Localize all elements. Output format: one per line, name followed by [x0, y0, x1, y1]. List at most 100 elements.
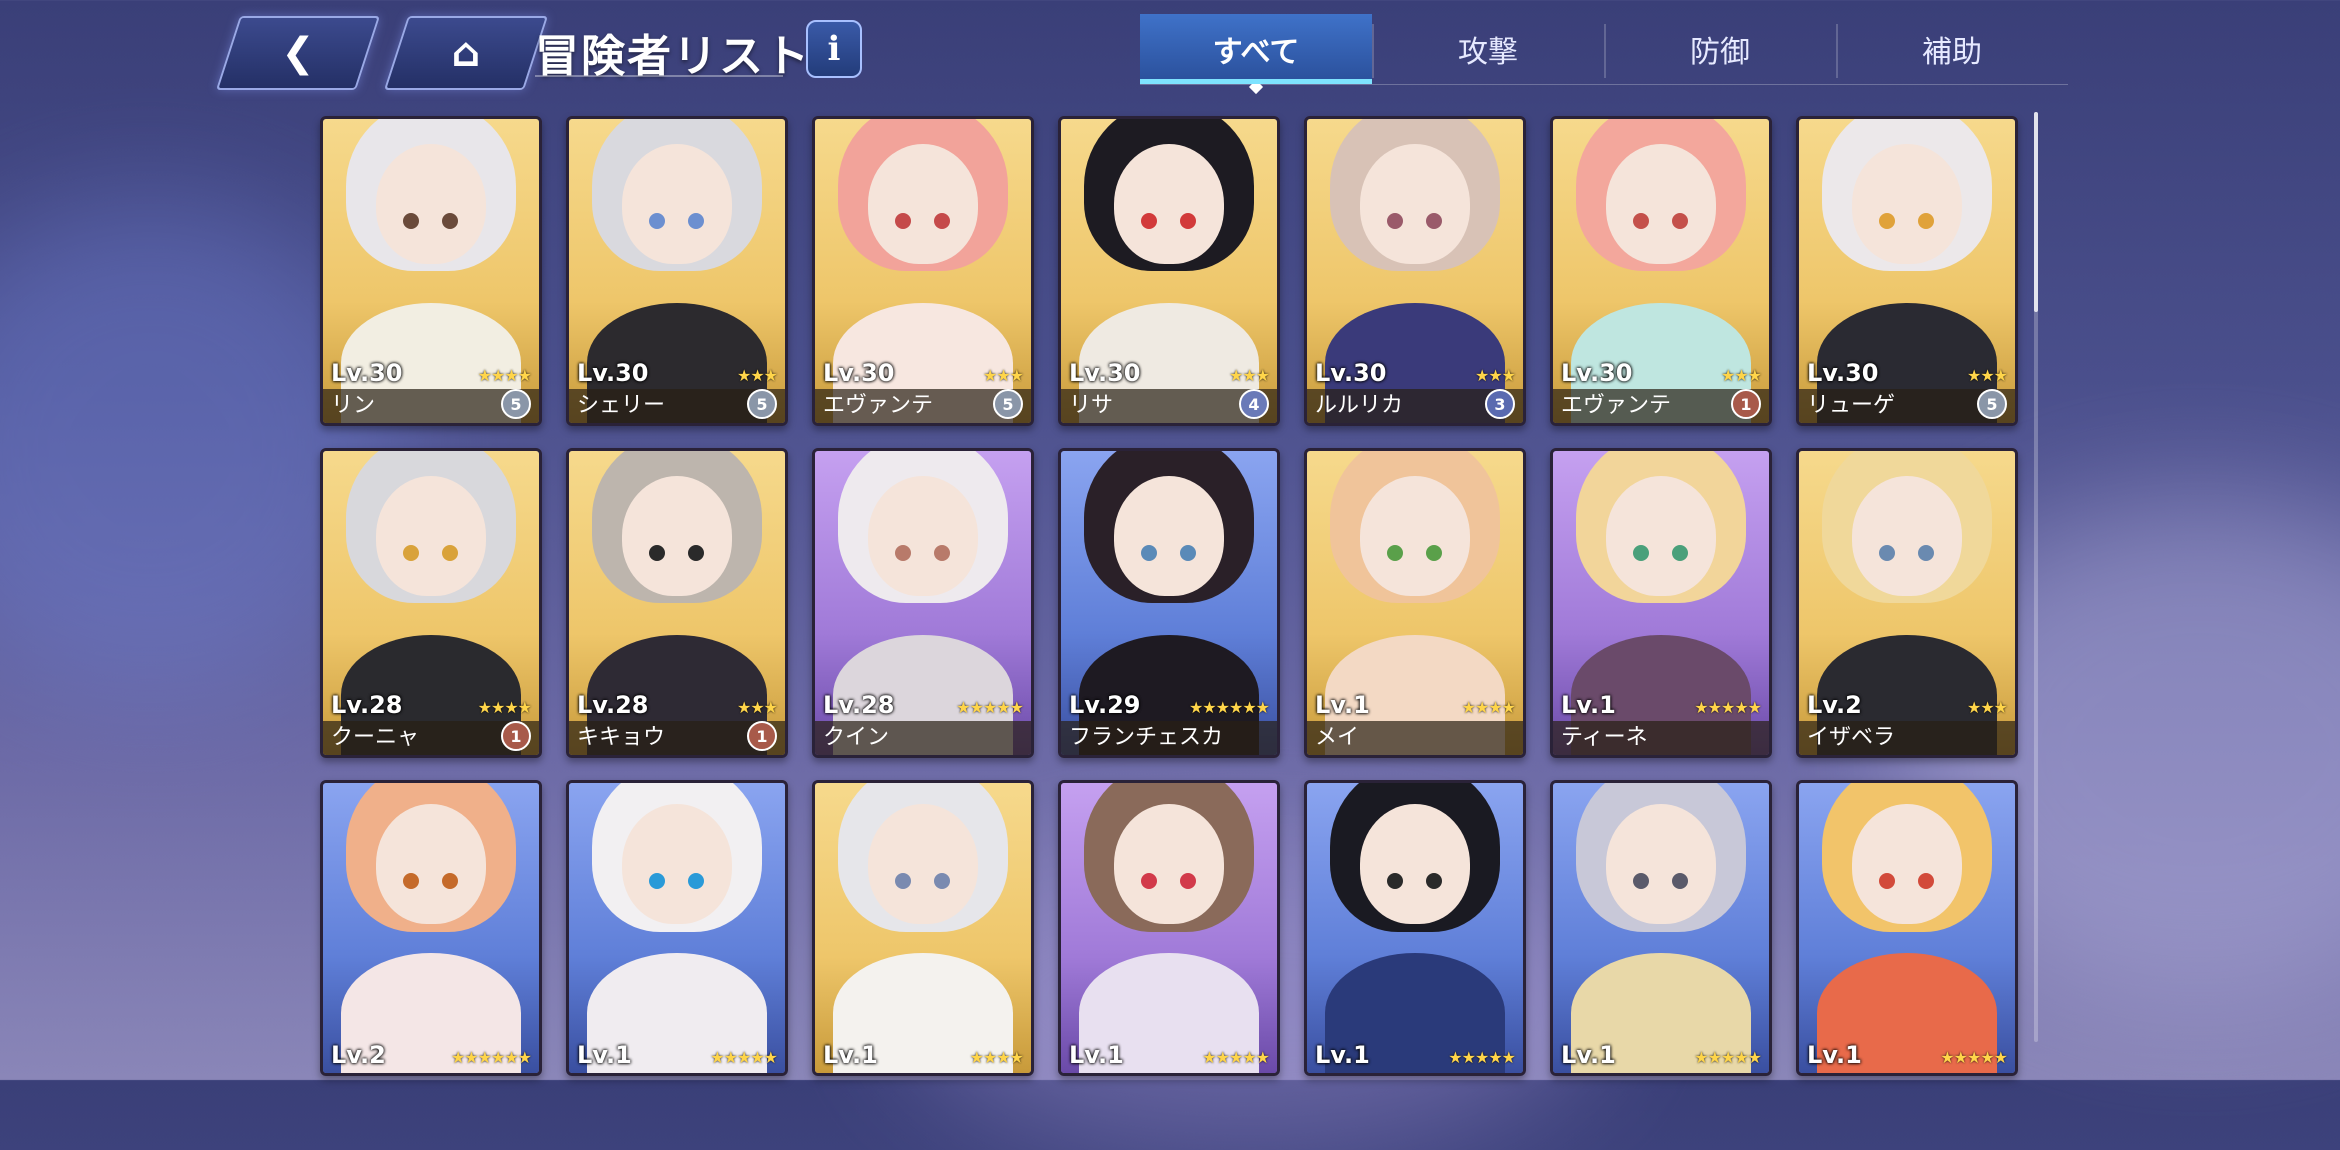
star-rating-icon: ★★★★★ — [1940, 1048, 2008, 1067]
character-eye — [1179, 872, 1196, 889]
adventurer-card[interactable]: Lv.28 ★★★★ クーニャ 1 — [320, 448, 542, 758]
level-label: Lv.2 — [331, 1041, 386, 1069]
info-button[interactable]: i — [806, 20, 862, 78]
adventurer-card[interactable]: Lv.1 ★★★★★ — [1796, 780, 2018, 1076]
adventurer-card[interactable]: Lv.2 ★★★ イザベラ — [1796, 448, 2018, 758]
back-button[interactable]: ❮ — [215, 16, 381, 90]
adventurer-card[interactable]: Lv.30 ★★★ リサ 4 — [1058, 116, 1280, 426]
character-name: イザベラ — [1807, 725, 1896, 750]
adventurer-card[interactable]: Lv.30 ★★★ リューゲ 5 — [1796, 116, 2018, 426]
limit-break-badge: 5 — [501, 389, 531, 419]
star-rating-icon: ★★★ — [1720, 366, 1762, 385]
level-label: Lv.28 — [577, 691, 649, 719]
tab-all[interactable]: すべて — [1140, 14, 1372, 95]
adventurer-card[interactable]: Lv.30 ★★★★ リン 5 — [320, 116, 542, 426]
character-name: エヴァンテ — [823, 393, 934, 418]
limit-break-badge: 1 — [1731, 389, 1761, 419]
adventurer-card[interactable]: Lv.1 ★★★★ メイ — [1304, 448, 1526, 758]
name-bar: クイン — [815, 721, 1031, 755]
scrollbar-thumb[interactable] — [2034, 112, 2038, 312]
character-eye — [402, 872, 419, 889]
card-info: Lv.30 ★★★ ルルリカ 3 — [1307, 353, 1523, 423]
character-eye — [1425, 545, 1442, 562]
level-label: Lv.1 — [823, 1041, 878, 1069]
star-rating-icon: ★★★★ — [969, 1048, 1024, 1067]
card-info: Lv.30 ★★★ リサ 4 — [1061, 353, 1277, 423]
character-face — [1360, 144, 1470, 265]
character-name: ティーネ — [1561, 725, 1648, 750]
adventurer-card[interactable]: Lv.30 ★★★ シェリー 5 — [566, 116, 788, 426]
tab-label: 防御 — [1690, 35, 1750, 70]
character-face — [622, 804, 732, 925]
character-face — [868, 144, 978, 265]
character-face — [622, 144, 732, 265]
limit-break-badge: 1 — [501, 721, 531, 751]
character-eye — [1425, 213, 1442, 230]
level-label: Lv.30 — [823, 359, 895, 387]
limit-break-badge: 5 — [1977, 389, 2007, 419]
card-info: Lv.30 ★★★ エヴァンテ 1 — [1553, 353, 1769, 423]
tab-attack[interactable]: 攻撃 — [1372, 14, 1604, 84]
card-info: Lv.30 ★★★★ リン 5 — [323, 353, 539, 423]
character-face — [1360, 476, 1470, 597]
card-info: Lv.1 ★★★★★ ティーネ — [1553, 685, 1769, 755]
tab-support[interactable]: 補助 — [1836, 14, 2068, 84]
character-eye — [933, 213, 950, 230]
character-name: クーニャ — [331, 725, 420, 750]
character-name: キキョウ — [577, 725, 666, 750]
tab-defense[interactable]: 防御 — [1604, 14, 1836, 84]
adventurer-card[interactable]: Lv.29 ★★★★★★ フランチェスカ — [1058, 448, 1280, 758]
level-label: Lv.30 — [331, 359, 403, 387]
level-label: Lv.1 — [1561, 1041, 1616, 1069]
limit-break-badge: 1 — [747, 721, 777, 751]
character-face — [868, 476, 978, 597]
character-face — [1852, 476, 1962, 597]
adventurer-card[interactable]: Lv.28 ★★★★★ クイン — [812, 448, 1034, 758]
character-name: リューゲ — [1807, 393, 1896, 418]
star-rating-icon: ★★★★ — [1461, 698, 1516, 717]
home-button[interactable]: ⌂ — [383, 16, 549, 90]
adventurer-card[interactable]: Lv.1 ★★★★★ — [1550, 780, 1772, 1076]
adventurer-card[interactable]: Lv.2 ★★★★★★ — [320, 780, 542, 1076]
tab-label: 攻撃 — [1458, 35, 1518, 70]
character-face — [868, 804, 978, 925]
name-bar: リン 5 — [323, 389, 539, 423]
star-rating-icon: ★★★ — [1966, 698, 2008, 717]
character-eye — [687, 545, 704, 562]
adventurer-card[interactable]: Lv.1 ★★★★ — [812, 780, 1034, 1076]
level-label: Lv.1 — [577, 1041, 632, 1069]
character-name: メイ — [1315, 725, 1360, 750]
character-name: ルルリカ — [1315, 393, 1404, 418]
level-label: Lv.28 — [331, 691, 403, 719]
adventurer-card[interactable]: Lv.30 ★★★ エヴァンテ 1 — [1550, 116, 1772, 426]
character-face — [1114, 804, 1224, 925]
adventurer-card[interactable]: Lv.28 ★★★ キキョウ 1 — [566, 448, 788, 758]
card-info: Lv.30 ★★★ エヴァンテ 5 — [815, 353, 1031, 423]
adventurer-card[interactable]: Lv.30 ★★★ エヴァンテ 5 — [812, 116, 1034, 426]
star-rating-icon: ★★★ — [1228, 366, 1270, 385]
card-info: Lv.30 ★★★ リューゲ 5 — [1799, 353, 2015, 423]
level-label: Lv.29 — [1069, 691, 1141, 719]
character-eye — [1917, 872, 1934, 889]
card-info: Lv.1 ★★★★★ — [1553, 1003, 1769, 1073]
adventurer-card[interactable]: Lv.1 ★★★★★ — [1058, 780, 1280, 1076]
character-eye — [1917, 213, 1934, 230]
level-label: Lv.30 — [1807, 359, 1879, 387]
character-name: フランチェスカ — [1069, 725, 1224, 750]
card-info: Lv.1 ★★★★★ — [1061, 1003, 1277, 1073]
adventurer-card[interactable]: Lv.1 ★★★★★ ティーネ — [1550, 448, 1772, 758]
tab-label: すべて — [1212, 35, 1300, 70]
adventurer-card[interactable]: Lv.30 ★★★ ルルリカ 3 — [1304, 116, 1526, 426]
limit-break-badge: 3 — [1485, 389, 1515, 419]
character-eye — [1917, 545, 1934, 562]
star-rating-icon: ★★★★★ — [1694, 698, 1762, 717]
character-name: リン — [331, 393, 376, 418]
adventurer-card[interactable]: Lv.1 ★★★★★ — [1304, 780, 1526, 1076]
card-info: Lv.2 ★★★ イザベラ — [1799, 685, 2015, 755]
tab-label: 補助 — [1922, 35, 1982, 70]
star-rating-icon: ★★★ — [736, 698, 778, 717]
character-eye — [933, 872, 950, 889]
character-eye — [441, 872, 458, 889]
adventurer-card[interactable]: Lv.1 ★★★★★ — [566, 780, 788, 1076]
star-rating-icon: ★★★★★★ — [1188, 698, 1270, 717]
